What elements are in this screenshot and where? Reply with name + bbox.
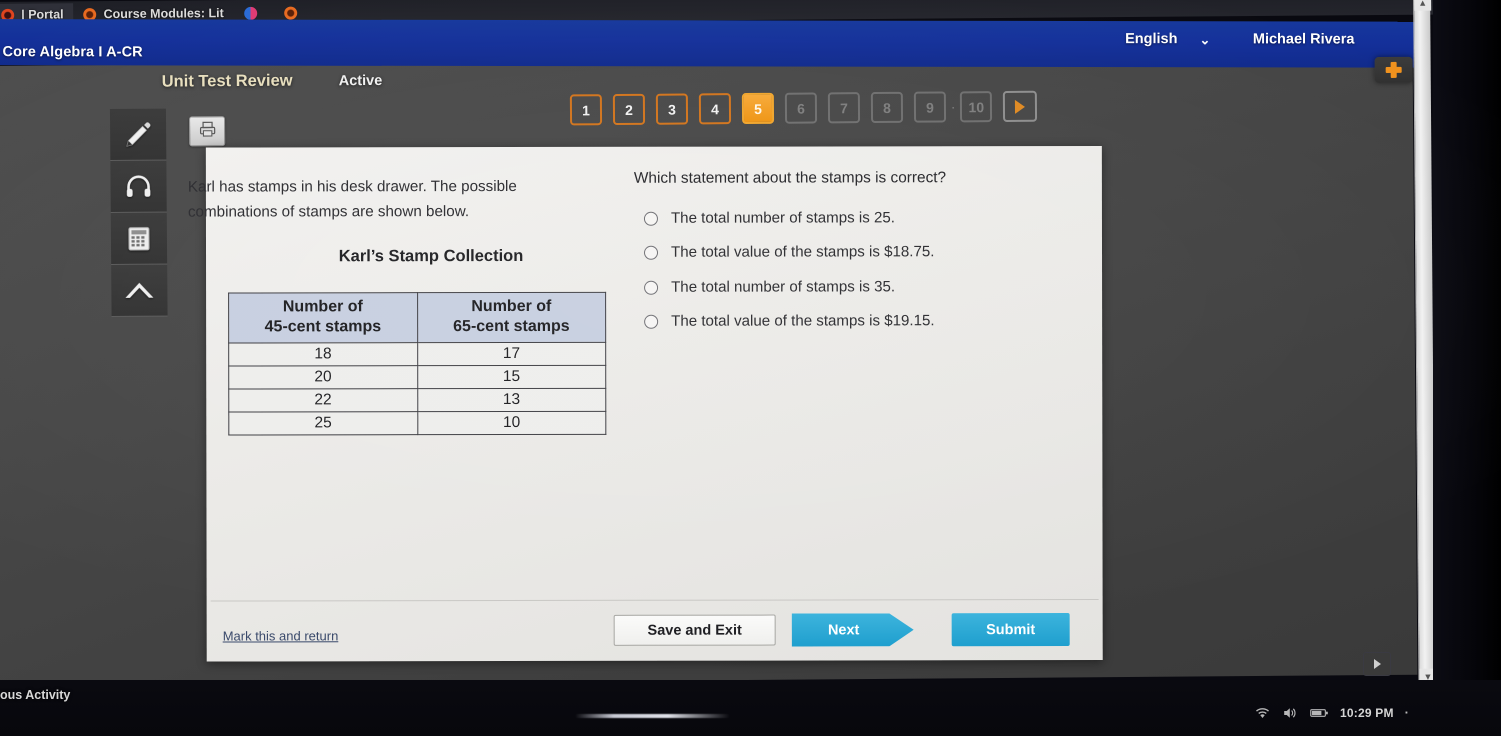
pager-item-8[interactable]: 8 xyxy=(870,91,904,124)
table-header-row: Number of 45-cent stamps Number of 65-ce… xyxy=(228,292,606,343)
play-triangle-icon xyxy=(1373,659,1381,669)
table-caption: Karl’s Stamp Collection xyxy=(338,246,524,266)
course-title: n Core Algebra I A-CR xyxy=(0,44,143,61)
printer-icon xyxy=(198,120,217,143)
pager-item-10[interactable]: 10 xyxy=(960,91,993,123)
table-header-cell: Number of 65-cent stamps xyxy=(417,292,606,343)
pager-item-4[interactable]: 4 xyxy=(698,93,732,125)
answer-choice-label: The total number of stamps is 25. xyxy=(670,209,895,227)
plus-icon xyxy=(1386,62,1402,78)
table-row: 18 17 xyxy=(228,342,606,366)
submit-button[interactable]: Submit xyxy=(951,613,1070,647)
language-selector[interactable]: English xyxy=(1125,31,1177,47)
question-pager: 1 2 3 4 5 6 7 8 9 · 10 xyxy=(569,90,1038,126)
system-tray: 10:29 PM · xyxy=(1254,705,1409,720)
pager-item-3[interactable]: 3 xyxy=(655,93,689,125)
table-cell: 22 xyxy=(228,388,418,412)
table-row: 22 13 xyxy=(228,388,606,412)
calculator-icon xyxy=(125,224,153,252)
wifi-icon[interactable] xyxy=(1254,706,1271,720)
calculator-tool[interactable] xyxy=(110,212,168,266)
stamp-collection-table: Number of 45-cent stamps Number of 65-ce… xyxy=(228,292,606,436)
chevron-down-icon[interactable]: ⌄ xyxy=(1200,32,1211,48)
pager-item-2[interactable]: 2 xyxy=(612,93,646,126)
pager-item-9[interactable]: 9 xyxy=(913,91,947,123)
blue-pink-icon xyxy=(243,6,257,20)
answer-choices: The total number of stamps is 25. The to… xyxy=(643,208,1084,346)
next-button[interactable]: Next xyxy=(792,613,914,646)
question-stem: Karl has stamps in his desk drawer. The … xyxy=(187,177,517,221)
answer-choice-3[interactable]: The total number of stamps is 35. xyxy=(644,277,1084,297)
save-and-exit-button[interactable]: Save and Exit xyxy=(613,614,776,646)
pager-item-7[interactable]: 7 xyxy=(827,92,861,124)
answer-choice-label: The total value of the stamps is $19.15. xyxy=(671,312,935,330)
pager-item-1[interactable]: 1 xyxy=(569,94,603,126)
radio-button[interactable] xyxy=(644,314,659,329)
tool-rail xyxy=(109,108,168,318)
pager-item-5-current[interactable]: 5 xyxy=(741,92,775,125)
highlighter-tool[interactable] xyxy=(109,108,167,162)
table-cell: 17 xyxy=(417,342,606,366)
laptop-edge-reflection xyxy=(575,714,730,718)
question-panel: Karl has stamps in his desk drawer. The … xyxy=(188,145,1103,662)
table-row: 25 10 xyxy=(228,411,606,435)
activity-title: Unit Test Review xyxy=(161,71,293,91)
table-cell: 18 xyxy=(228,342,418,366)
headphones-icon xyxy=(123,171,153,201)
answer-choice-1[interactable]: The total number of stamps is 25. xyxy=(643,208,1084,228)
answer-choice-label: The total number of stamps is 35. xyxy=(671,277,896,296)
table-cell: 20 xyxy=(228,365,418,389)
question-prompt: Which statement about the stamps is corr… xyxy=(633,169,947,187)
orange-circle-icon xyxy=(283,6,297,20)
table-cell: 15 xyxy=(417,365,606,389)
radio-button[interactable] xyxy=(643,211,658,226)
previous-activity-label[interactable]: ous Activity xyxy=(0,688,70,702)
media-play-button[interactable] xyxy=(1363,652,1391,676)
table-cell: 10 xyxy=(417,411,606,435)
table-cell: 25 xyxy=(228,411,418,435)
table-header-cell: Number of 45-cent stamps xyxy=(228,292,418,343)
pager-next-button[interactable] xyxy=(1003,90,1038,123)
taskbar-clock[interactable]: 10:29 PM xyxy=(1340,706,1394,720)
footer-divider xyxy=(210,598,1099,602)
answer-choice-label: The total value of the stamps is $18.75. xyxy=(670,243,935,262)
windows-taskbar: ous Activity 10:29 PM · xyxy=(0,680,1501,736)
mark-this-and-return-link[interactable]: Mark this and return xyxy=(223,628,339,643)
pager-item-6[interactable]: 6 xyxy=(784,92,818,124)
app-header-bar: n Core Algebra I A-CR English ⌄ Michael … xyxy=(0,19,1415,68)
add-button[interactable] xyxy=(1374,56,1413,84)
resources-tool[interactable] xyxy=(111,264,168,318)
user-name[interactable]: Michael Rivera xyxy=(1253,31,1355,47)
screen-photo: | Portal Course Modules: Lit n Core Alge… xyxy=(0,0,1501,736)
text-to-speech-tool[interactable] xyxy=(110,160,167,214)
print-button[interactable] xyxy=(189,116,226,147)
scroll-up-arrow-icon[interactable]: ▲ xyxy=(1414,0,1432,11)
answer-choice-2[interactable]: The total value of the stamps is $18.75. xyxy=(644,242,1084,262)
caret-up-icon xyxy=(122,275,156,305)
screen-bezel-right xyxy=(1433,0,1501,736)
battery-icon[interactable] xyxy=(1310,707,1329,719)
play-triangle-icon xyxy=(1015,99,1026,114)
radio-button[interactable] xyxy=(644,246,659,261)
radio-button[interactable] xyxy=(644,280,659,295)
answer-choice-4[interactable]: The total value of the stamps is $19.15. xyxy=(644,311,1084,331)
volume-icon[interactable] xyxy=(1282,706,1299,720)
pencil-icon xyxy=(123,119,153,149)
table-row: 20 15 xyxy=(228,365,606,389)
notification-dot-icon[interactable]: · xyxy=(1405,705,1409,720)
table-cell: 13 xyxy=(417,388,606,412)
pager-separator-dot: · xyxy=(950,99,956,115)
activity-status: Active xyxy=(338,72,383,90)
